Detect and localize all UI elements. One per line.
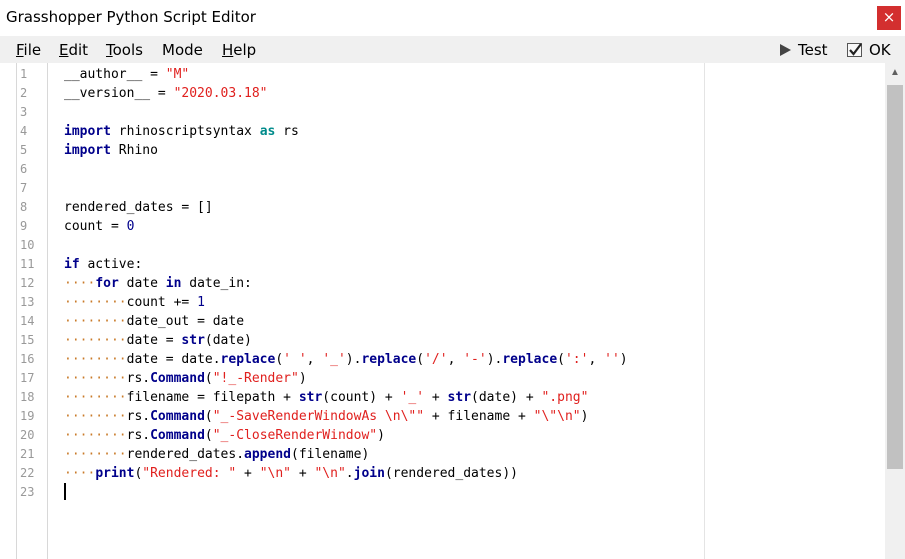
code-editor[interactable]: 1 __author__ = "M" 2 __version__ = "2020.03… [0,63,885,559]
close-icon: × [882,8,896,26]
line-code: import Rhino [64,143,158,158]
code-line[interactable]: 18 ········filename = filepath + str(coun… [0,388,700,407]
line-number: 17 [20,371,35,385]
code-line[interactable]: 9 count = 0 [0,217,700,236]
line-number: 16 [20,352,35,366]
line-number: 2 [20,86,28,100]
line-number: 3 [20,105,28,119]
code-line[interactable]: 10 [0,236,700,255]
code-line[interactable]: 5 import Rhino [0,141,700,160]
line-code: rendered_dates = [] [64,200,213,215]
menu-tools[interactable]: Tools [106,41,143,59]
line-code: ········date = date.replace(' ', '_').re… [64,352,628,367]
code-line[interactable]: 16 ········date = date.replace(' ', '_').… [0,350,700,369]
line-number: 8 [20,200,28,214]
code-line[interactable]: 1 __author__ = "M" [0,65,700,84]
menu-help[interactable]: Help [222,41,256,59]
code-line[interactable]: 11 if active: [0,255,700,274]
vertical-scrollbar[interactable]: ▲ [885,63,905,559]
line-number: 13 [20,295,35,309]
line-code: ········date_out = date [64,314,245,329]
line-number: 1 [20,67,28,81]
line-number: 9 [20,219,28,233]
line-number: 7 [20,181,28,195]
title-bar: Grasshopper Python Script Editor × [0,0,905,36]
code-line[interactable]: 12 ····for date in date_in: [0,274,700,293]
code-line[interactable]: 21 ········rendered_dates.append(filename… [0,445,700,464]
checkmark-icon [847,43,862,57]
line-code: ····print("Rendered: " + "\n" + "\n".joi… [64,466,518,481]
line-number: 18 [20,390,35,404]
line-number: 19 [20,409,35,423]
line-number: 5 [20,143,28,157]
line-code: import rhinoscriptsyntax as rs [64,124,299,139]
code-line[interactable]: 19 ········rs.Command("_-SaveRenderWindow… [0,407,700,426]
menu-bar: File Edit Tools Mode Help Test OK [0,36,905,63]
line-number: 10 [20,238,35,252]
test-label: Test [798,41,828,59]
line-number: 11 [20,257,35,271]
code-line[interactable]: 20 ········rs.Command("_-CloseRenderWindo… [0,426,700,445]
text-cursor [64,483,66,500]
code-line[interactable]: 2 __version__ = "2020.03.18" [0,84,700,103]
line-code: ········count += 1 [64,295,205,310]
code-line[interactable]: 15 ········date = str(date) [0,331,700,350]
test-button[interactable]: Test [778,39,828,61]
line-number: 14 [20,314,35,328]
line-code: ········date = str(date) [64,333,252,348]
line-code: __version__ = "2020.03.18" [64,86,268,101]
line-number: 23 [20,485,35,499]
scroll-thumb[interactable] [887,85,903,469]
line-code: ········rs.Command("_-CloseRenderWindow"… [64,428,385,443]
right-margin-guide [704,63,705,559]
play-icon [780,44,791,56]
window-title: Grasshopper Python Script Editor [6,8,256,26]
menu-file[interactable]: File [16,41,41,59]
line-code: __author__ = "M" [64,67,190,82]
line-number: 6 [20,162,28,176]
line-number: 21 [20,447,35,461]
code-line[interactable]: 3 [0,103,700,122]
code-line[interactable]: 6 [0,160,700,179]
menu-mode[interactable]: Mode [162,41,203,59]
ok-label: OK [869,41,891,59]
code-line[interactable]: 7 [0,179,700,198]
code-line[interactable]: 22 ····print("Rendered: " + "\n" + "\n".j… [0,464,700,483]
line-number: 22 [20,466,35,480]
ok-button[interactable]: OK [847,39,891,61]
code-line[interactable]: 13 ········count += 1 [0,293,700,312]
close-button[interactable]: × [877,6,901,30]
line-code: ········rs.Command("_-SaveRenderWindowAs… [64,409,589,424]
line-code: ········rendered_dates.append(filename) [64,447,370,462]
code-line[interactable]: 8 rendered_dates = [] [0,198,700,217]
line-code: ····for date in date_in: [64,276,252,291]
code-line[interactable]: 4 import rhinoscriptsyntax as rs [0,122,700,141]
line-code: ········filename = filepath + str(count)… [64,390,589,405]
line-code: count = 0 [64,219,135,234]
code-line[interactable]: 14 ········date_out = date [0,312,700,331]
line-code: if active: [64,257,143,272]
scroll-up-arrow-icon[interactable]: ▲ [885,63,905,83]
line-number: 12 [20,276,35,290]
line-number: 4 [20,124,28,138]
line-code: ········rs.Command("!_-Render") [64,371,307,386]
menu-edit[interactable]: Edit [59,41,88,59]
line-number: 20 [20,428,35,442]
code-line[interactable]: 17 ········rs.Command("!_-Render") [0,369,700,388]
code-line[interactable]: 23 [0,483,700,502]
line-number: 15 [20,333,35,347]
